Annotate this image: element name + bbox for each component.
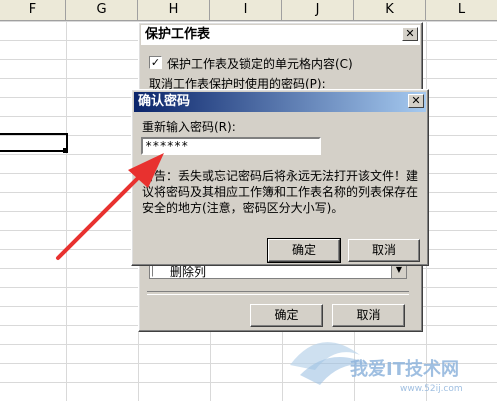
arrow-shaft [56,168,148,260]
site-watermark: 我爱IT技术网 www.52ij.com [290,342,463,394]
watermark-subtext: www.52ij.com [400,384,463,394]
watermark-text: 我爱IT技术网 [350,358,459,380]
